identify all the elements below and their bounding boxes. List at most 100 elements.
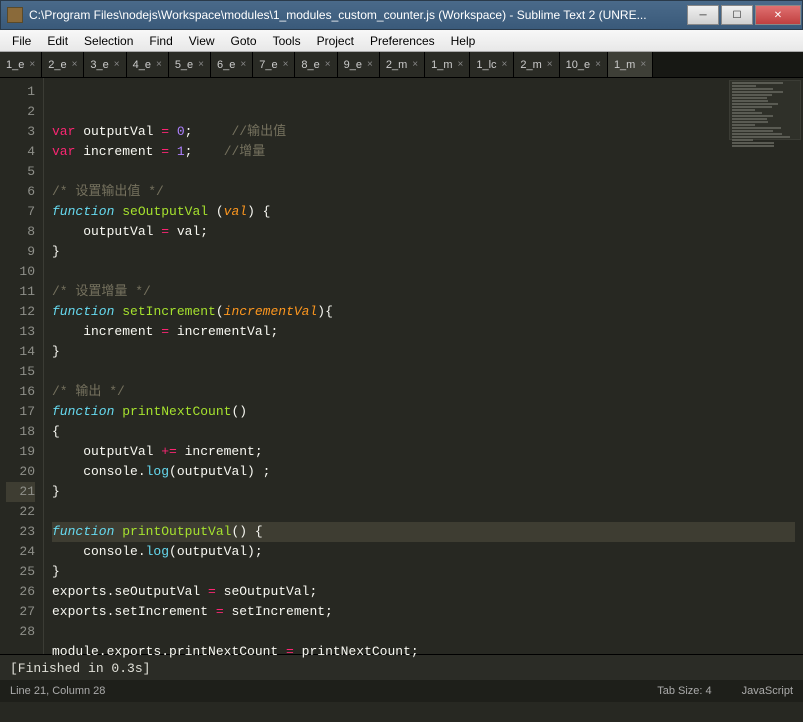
tab-close-icon[interactable]: ×	[367, 59, 373, 70]
tab-label: 1_e	[6, 59, 24, 71]
tab-close-icon[interactable]: ×	[198, 59, 204, 70]
line-number: 17	[6, 402, 35, 422]
tab-close-icon[interactable]: ×	[412, 59, 418, 70]
code-line: }	[52, 482, 795, 502]
tab[interactable]: 1_lc×	[470, 52, 514, 77]
tab[interactable]: 4_e ×	[127, 52, 169, 77]
tab-label: 7_e	[259, 59, 277, 71]
line-number: 21	[6, 482, 35, 502]
line-number: 12	[6, 302, 35, 322]
tab-close-icon[interactable]: ×	[283, 59, 289, 70]
tab[interactable]: 1_m×	[425, 52, 470, 77]
code-line: increment = incrementVal;	[52, 322, 795, 342]
app-icon	[7, 7, 23, 23]
code-line: /* 输出 */	[52, 382, 795, 402]
tab-close-icon[interactable]: ×	[595, 59, 601, 70]
tabbar: 1_e×2_e×3_e×4_e×5_e×6_e×7_e×8_e×9_e×2_m×…	[0, 52, 803, 78]
code-line	[52, 162, 795, 182]
line-number: 4	[6, 142, 35, 162]
tab-label: 5_e	[175, 59, 193, 71]
tab-label: 10_e	[566, 59, 590, 71]
tab-close-icon[interactable]: ×	[457, 59, 463, 70]
tab[interactable]: 7_e ×	[253, 52, 295, 77]
line-number: 20	[6, 462, 35, 482]
line-number: 19	[6, 442, 35, 462]
line-number: 7	[6, 202, 35, 222]
tab-close-icon[interactable]: ×	[29, 59, 35, 70]
menu-file[interactable]: File	[12, 34, 31, 48]
line-number: 24	[6, 542, 35, 562]
tab-label: 2_m	[386, 59, 407, 71]
tab-close-icon[interactable]: ×	[502, 59, 508, 70]
minimap[interactable]	[729, 80, 801, 140]
tab-close-icon[interactable]: ×	[72, 59, 78, 70]
line-number: 15	[6, 362, 35, 382]
minimize-button[interactable]: ─	[687, 5, 719, 25]
tab-label: 1_m	[614, 59, 635, 71]
tab[interactable]: 10_e ×	[560, 52, 608, 77]
tab-label: 4_e	[133, 59, 151, 71]
code-area[interactable]: var outputVal = 0; //输出值var increment = …	[44, 78, 803, 654]
line-number: 10	[6, 262, 35, 282]
tab[interactable]: 9_e×	[338, 52, 380, 77]
menu-goto[interactable]: Goto	[231, 34, 257, 48]
code-line: exports.seOutputVal = seOutputVal;	[52, 582, 795, 602]
tab[interactable]: 8_e ×	[295, 52, 337, 77]
menu-project[interactable]: Project	[317, 34, 354, 48]
tab[interactable]: 6_e ×	[211, 52, 253, 77]
menu-find[interactable]: Find	[149, 34, 172, 48]
tab-close-icon[interactable]: ×	[156, 59, 162, 70]
tab[interactable]: 2_m ×	[514, 52, 559, 77]
line-number: 27	[6, 602, 35, 622]
menubar: File Edit Selection Find View Goto Tools Projec…	[0, 30, 803, 52]
line-number: 1	[6, 82, 35, 102]
tab-label: 2_m	[520, 59, 541, 71]
tab[interactable]: 2_m ×	[380, 52, 425, 77]
tab-close-icon[interactable]: ×	[547, 59, 553, 70]
code-line: function printOutputVal() {	[52, 522, 795, 542]
window-title: C:\Program Files\nodejs\Workspace\module…	[29, 8, 686, 22]
line-number: 23	[6, 522, 35, 542]
tab-close-icon[interactable]: ×	[114, 59, 120, 70]
maximize-button[interactable]: ☐	[721, 5, 753, 25]
menu-selection[interactable]: Selection	[84, 34, 133, 48]
code-line	[52, 662, 795, 682]
line-number: 9	[6, 242, 35, 262]
code-line: /* 设置输出值 */	[52, 182, 795, 202]
menu-preferences[interactable]: Preferences	[370, 34, 435, 48]
tab-close-icon[interactable]: ×	[325, 59, 331, 70]
close-button[interactable]: ✕	[755, 5, 801, 25]
line-number: 28	[6, 622, 35, 642]
tab[interactable]: 5_e ×	[169, 52, 211, 77]
tab-label: 8_e	[301, 59, 319, 71]
menu-edit[interactable]: Edit	[47, 34, 68, 48]
code-line: var increment = 1; //增量	[52, 142, 795, 162]
code-line	[52, 262, 795, 282]
menu-tools[interactable]: Tools	[273, 34, 301, 48]
tab[interactable]: 1_m ×	[608, 52, 653, 77]
line-number: 8	[6, 222, 35, 242]
tab[interactable]: 2_e ×	[42, 52, 84, 77]
code-line: function setIncrement(incrementVal){	[52, 302, 795, 322]
tab-label: 2_e	[48, 59, 66, 71]
tab[interactable]: 1_e ×	[0, 52, 42, 77]
line-number: 5	[6, 162, 35, 182]
line-gutter: 1234567891011121314151617181920212223242…	[0, 78, 44, 654]
menu-view[interactable]: View	[189, 34, 215, 48]
tab-label: 6_e	[217, 59, 235, 71]
menu-help[interactable]: Help	[451, 34, 476, 48]
tab[interactable]: 3_e ×	[84, 52, 126, 77]
line-number: 13	[6, 322, 35, 342]
code-line: module.exports.printNextCount = printNex…	[52, 642, 795, 662]
line-number: 6	[6, 182, 35, 202]
line-number: 16	[6, 382, 35, 402]
tab-close-icon[interactable]: ×	[240, 59, 246, 70]
tab-label: 3_e	[90, 59, 108, 71]
titlebar[interactable]: C:\Program Files\nodejs\Workspace\module…	[0, 0, 803, 30]
tab-close-icon[interactable]: ×	[640, 59, 646, 70]
code-line: function seOutputVal (val) {	[52, 202, 795, 222]
line-number: 18	[6, 422, 35, 442]
code-line: function printNextCount()	[52, 402, 795, 422]
code-line	[52, 362, 795, 382]
line-number: 26	[6, 582, 35, 602]
